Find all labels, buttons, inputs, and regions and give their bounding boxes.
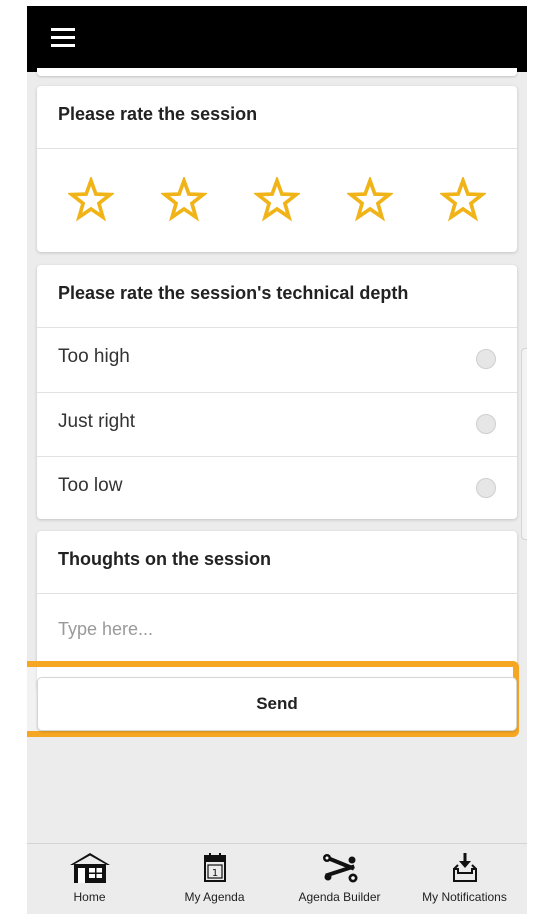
star-rating (37, 149, 517, 250)
scroll-indicator (521, 348, 527, 540)
star-icon-4[interactable] (346, 176, 393, 223)
home-icon (69, 853, 110, 883)
app-screen: Please rate the session Please rate the … (27, 6, 527, 914)
technical-depth-card: Please rate the session's technical dept… (37, 265, 517, 519)
nav-item-my-notifications[interactable]: My Notifications (402, 844, 527, 914)
bottom-nav: Home 1 My Agenda Agenda Builder My Notif… (27, 843, 527, 914)
hamburger-icon[interactable] (51, 26, 77, 50)
svg-text:1: 1 (211, 868, 217, 879)
radio-button[interactable] (476, 414, 496, 434)
nav-item-my-agenda[interactable]: 1 My Agenda (152, 844, 277, 914)
tools-icon (322, 854, 357, 883)
send-button[interactable]: Send (37, 677, 517, 731)
depth-option-just-right[interactable]: Just right (37, 392, 517, 456)
nav-label-home: Home (73, 890, 106, 904)
radio-button[interactable] (476, 478, 496, 498)
inbox-download-icon (452, 853, 477, 882)
calendar-icon: 1 (203, 853, 226, 882)
star-icon-1[interactable] (68, 176, 115, 223)
star-icon-3[interactable] (253, 176, 300, 223)
top-bar (27, 6, 527, 72)
star-icon-2[interactable] (161, 176, 208, 223)
option-label: Too high (58, 346, 130, 367)
technical-depth-title: Please rate the session's technical dept… (37, 265, 517, 328)
session-rating-card: Please rate the session (37, 86, 517, 252)
radio-button[interactable] (476, 349, 496, 369)
option-label: Just right (58, 411, 136, 432)
thoughts-title: Thoughts on the session (37, 531, 517, 594)
nav-label-agenda-builder: Agenda Builder (298, 890, 381, 904)
option-label: Too low (58, 475, 123, 496)
depth-option-too-low[interactable]: Too low (37, 456, 517, 520)
thoughts-input[interactable] (37, 594, 517, 664)
nav-item-agenda-builder[interactable]: Agenda Builder (277, 844, 402, 914)
nav-item-home[interactable]: Home (27, 844, 152, 914)
star-icon-5[interactable] (439, 176, 486, 223)
nav-label-my-notifications: My Notifications (422, 890, 507, 904)
previous-card-edge (37, 68, 517, 76)
depth-option-too-high[interactable]: Too high (37, 328, 517, 392)
session-rating-title: Please rate the session (37, 86, 517, 149)
nav-label-my-agenda: My Agenda (184, 890, 245, 904)
